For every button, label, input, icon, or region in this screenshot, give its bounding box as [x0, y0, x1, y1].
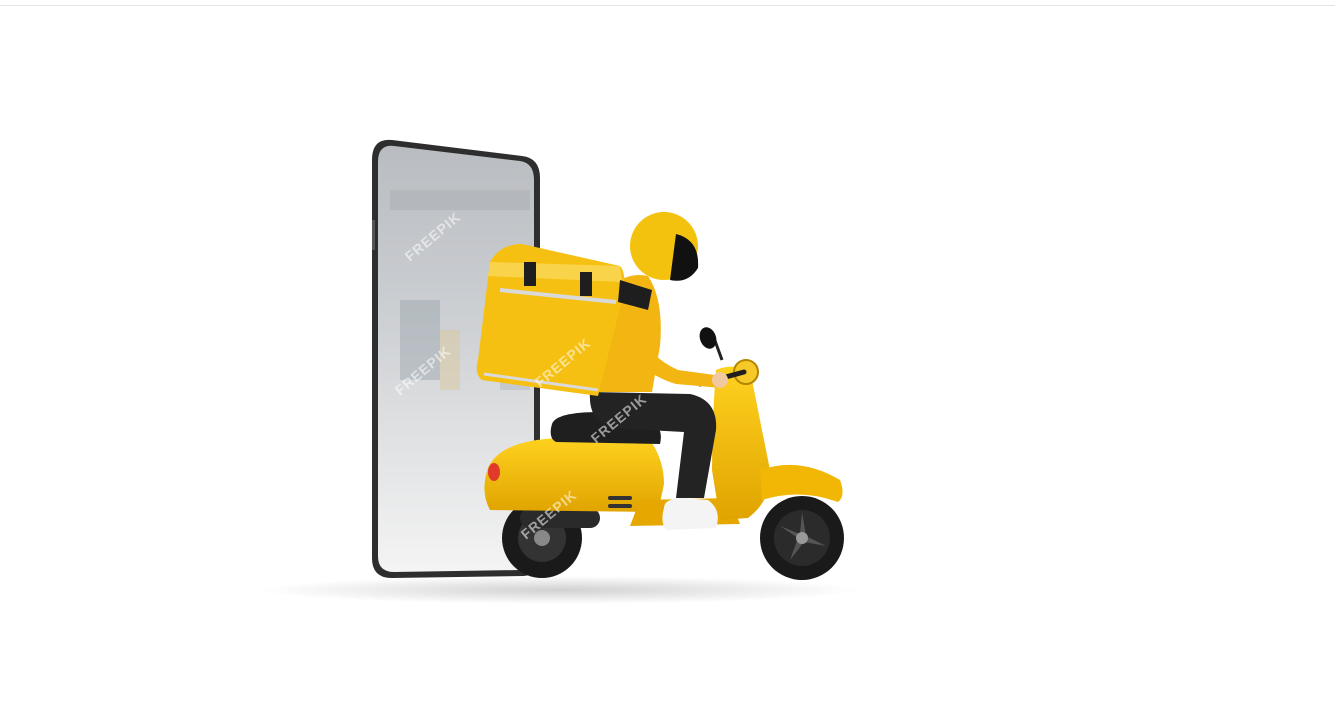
delivery-photo: FREEPIK FREEPIK FREEPIK FREEPIK FREEPIK — [260, 139, 860, 604]
front-wheel — [760, 496, 844, 580]
ground-shadow — [260, 576, 860, 604]
image-viewer: FREEPIK FREEPIK FREEPIK FREEPIK FREEPIK — [0, 0, 1335, 702]
